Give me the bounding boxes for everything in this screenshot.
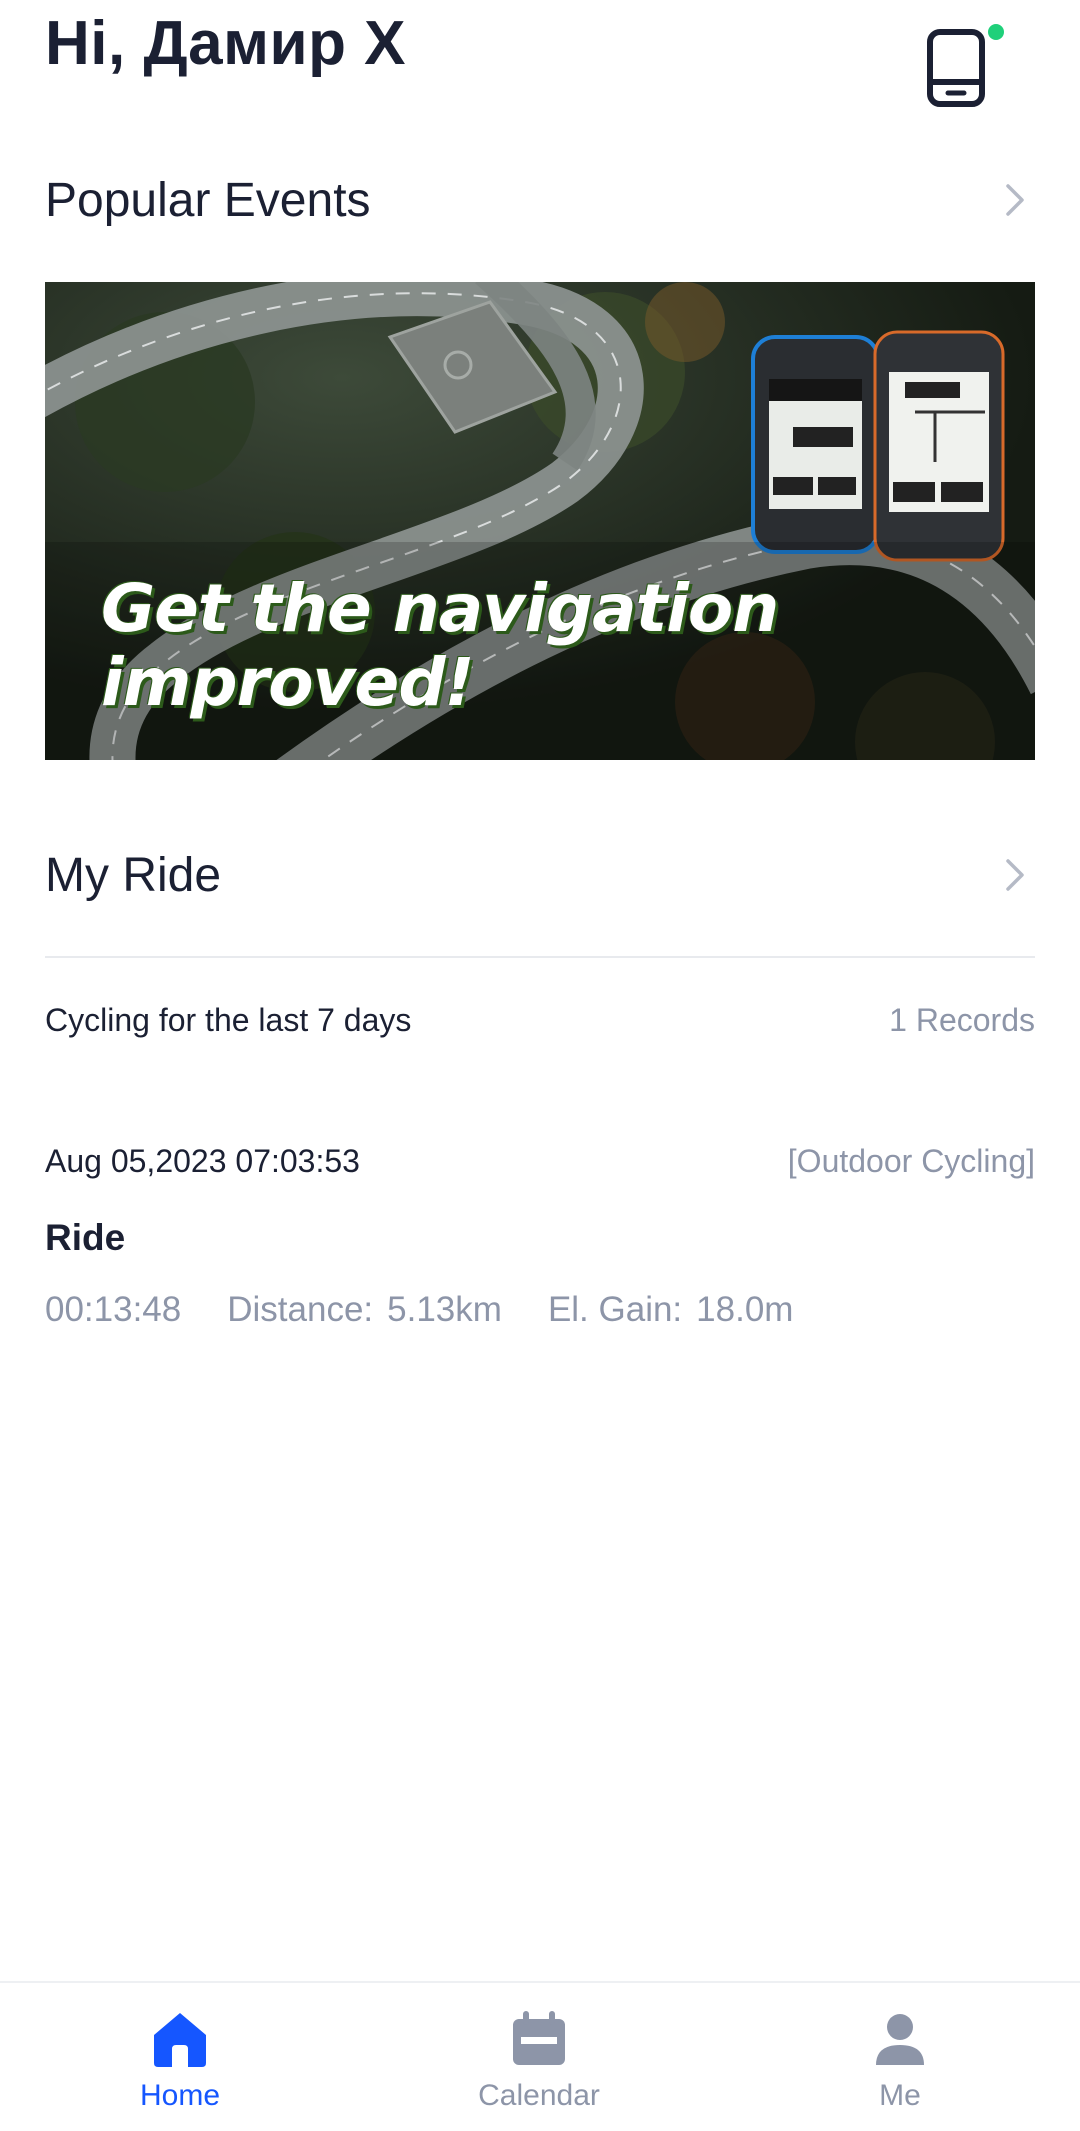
distance-value: 5.13km xyxy=(387,1290,502,1329)
nav-home-label: Home xyxy=(139,2079,221,2112)
popular-events-title: Popular Events xyxy=(45,173,371,227)
connection-status-dot xyxy=(988,24,1004,40)
ride-duration: 00:13:48 xyxy=(45,1290,182,1329)
home-screen: Hi, Дамир Х Popular Events Get the navig… xyxy=(0,0,1080,2131)
nav-me[interactable]: Me xyxy=(800,2009,1000,2119)
nav-calendar[interactable]: Calendar xyxy=(439,2009,639,2119)
chevron-right-icon xyxy=(1006,859,1024,891)
my-ride-title: My Ride xyxy=(45,848,222,902)
nav-calendar-label: Calendar xyxy=(478,2079,600,2112)
home-icon xyxy=(154,2013,206,2067)
device-button[interactable] xyxy=(918,22,1008,112)
bottom-navigation: Home Calendar Me xyxy=(0,1981,1080,2131)
chevron-right-icon xyxy=(1006,184,1024,216)
ride-name: Ride xyxy=(45,1217,126,1258)
section-divider xyxy=(45,956,1035,958)
nav-me-label: Me xyxy=(879,2079,921,2112)
greeting-title: Hi, Дамир Х xyxy=(45,9,407,78)
nav-home[interactable]: Home xyxy=(80,2009,280,2119)
banner-headline-line2: improved! xyxy=(101,644,475,721)
ride-type: [Outdoor Cycling] xyxy=(787,1143,1035,1179)
banner-headline-line1: Get the navigation xyxy=(101,570,779,647)
bike-computer-left xyxy=(751,335,880,554)
ride-elevation: El. Gain: 18.0m xyxy=(548,1290,794,1330)
my-ride-header[interactable]: My Ride xyxy=(45,835,1035,915)
ride-datetime: Aug 05,2023 07:03:53 xyxy=(45,1143,360,1179)
event-banner[interactable]: Get the navigation improved! xyxy=(45,282,1035,760)
person-icon xyxy=(876,2014,924,2065)
ride-summary-label: Cycling for the last 7 days xyxy=(45,1002,412,1038)
elevation-value: 18.0m xyxy=(696,1290,794,1329)
popular-events-header[interactable]: Popular Events xyxy=(45,160,1035,240)
calendar-icon xyxy=(513,2011,565,2065)
distance-label: Distance: xyxy=(227,1290,374,1329)
ride-stats: 00:13:48 Distance: 5.13km El. Gain: 18.0m xyxy=(45,1290,793,1330)
records-count: 1 Records xyxy=(889,1002,1035,1038)
banner-headline: Get the navigation improved! xyxy=(101,570,779,721)
elevation-label: El. Gain: xyxy=(547,1290,683,1329)
ride-distance: Distance: 5.13km xyxy=(227,1290,502,1330)
bike-computer-right xyxy=(873,330,1005,562)
